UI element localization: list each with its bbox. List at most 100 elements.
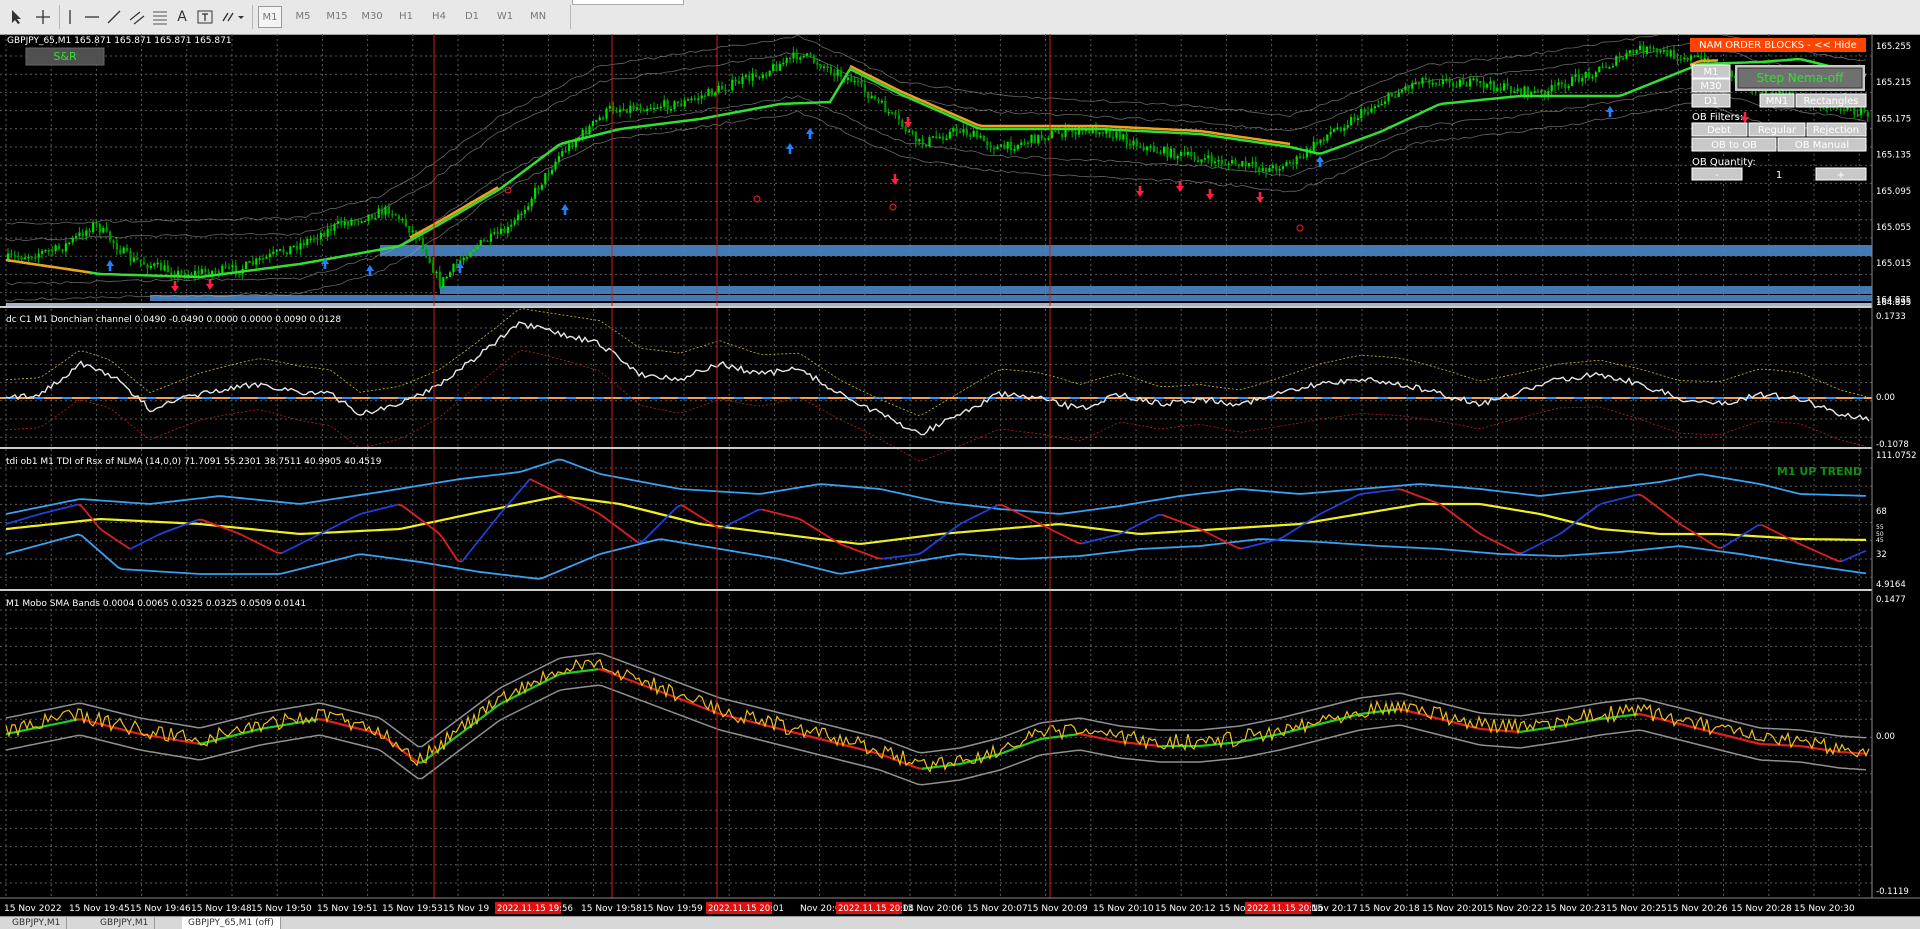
mobo-mid-line [1558,726,1562,727]
candle-body [867,92,869,99]
mobo-mid-line [550,677,554,679]
mobo-mid-line [182,741,186,742]
candle-body [888,112,890,114]
moving-average-orange [410,187,498,237]
mobo-mid-line [1834,751,1838,752]
mobo-mid-line [334,723,338,724]
candle-body [1126,134,1128,144]
tf-button-mn1-label: MN1 [1766,96,1788,107]
candle-body [1279,169,1281,171]
donchian-axis-label: 0.1733 [1876,312,1906,322]
chart-tabs-bar: GBPJPY,M1 GBPJPY,M1 GBPJPY_65,M1 (off) [0,916,1920,929]
tdi-fast-line [1206,532,1210,534]
mobo-mid-line [1746,741,1750,742]
candle-body [476,246,478,250]
tdi-fast-line [1842,559,1846,561]
candle-body [1292,162,1294,164]
candle-body [633,106,635,110]
tdi-fast-line [106,533,110,536]
timeframe-m15[interactable]: M15 [324,6,350,28]
mobo-mid-line [1118,742,1122,743]
candle-body [340,221,342,225]
chart-tab[interactable]: GBPJPY,M1 [6,917,67,929]
candle-body [296,246,298,250]
tdi-fast-line [1002,505,1006,507]
tdi-fast-line [1146,519,1150,521]
candle-body [541,185,543,190]
tdi-fast-line [1698,535,1702,538]
candle-body [826,66,828,68]
timeframe-mn[interactable]: MN [526,6,550,28]
chart-tab[interactable]: GBPJPY,M1 [94,917,155,929]
candle-body [1163,147,1165,153]
timeframe-m30[interactable]: M30 [359,6,385,28]
mobo-mid-line [1818,749,1822,750]
tdi-fast-line [1770,529,1774,531]
fibonacci-icon[interactable] [150,6,170,28]
candle-body [1367,112,1369,114]
candle-body [286,252,288,254]
tdi-fast-line [778,514,782,515]
candle-body [1557,82,1559,85]
mobo-mid-line [1574,723,1578,724]
crosshair-icon[interactable] [32,6,54,28]
tdi-fast-line [1090,541,1094,542]
tdi-fast-line [498,512,502,517]
tdi-fast-line [866,554,870,556]
tdi-fast-line [822,533,826,536]
tdi-fast-line [1370,492,1374,493]
candle-body [1207,155,1209,158]
candle-body [1153,146,1155,152]
candle-body [1673,50,1675,59]
candle-body [663,100,665,106]
timeframe-w1[interactable]: W1 [493,6,517,28]
cursor-arrow-icon[interactable] [6,6,28,28]
candle-body [680,103,682,106]
tdi-fast-line [646,534,650,538]
mobo-mid-line [826,741,830,742]
mobo-mid-line [1066,735,1070,736]
filter-regular-label: Regular [1758,125,1797,136]
vertical-line-icon[interactable] [62,6,78,28]
tdi-fast-line [790,517,794,518]
trendline-icon[interactable] [104,6,124,28]
candle-body [306,239,308,245]
tdi-fast-line [978,513,982,515]
timeframe-h1[interactable]: H1 [394,6,418,28]
tdi-fast-line [1454,515,1458,518]
candle-body [1438,84,1440,86]
mobo-mid-line [186,742,190,743]
tdi-fast-line [1630,496,1634,497]
tdi-fast-line [1578,518,1582,521]
mobo-mid-line [846,746,850,747]
chart-tab[interactable]: GBPJPY_65,M1 (off) [182,917,281,929]
tdi-fast-line [86,512,90,517]
text-tool-icon[interactable]: A [173,6,191,28]
candle-body [1119,132,1121,140]
price-chart[interactable]: GBPJPY_65,M1 165.871 165.871 165.871 165… [0,34,1920,916]
timeframe-h4[interactable]: H4 [427,6,451,28]
tdi-fast-line [598,513,602,516]
candle-body [299,243,301,249]
buy-arrow-icon [106,260,114,271]
candle-body [337,221,339,224]
tdi-fast-line [30,516,34,517]
candle-body [282,249,284,252]
candle-body [1636,50,1638,53]
candle-body [1690,55,1692,60]
candle-body [384,207,386,215]
candle-body [1445,79,1447,81]
tdi-fast-line [1498,543,1502,545]
sr-button-label: S&R [53,50,77,63]
arrows-dropdown-icon[interactable] [219,6,247,28]
tdi-fast-line [110,536,114,539]
channel-icon[interactable] [127,6,147,28]
timeframe-m5[interactable]: M5 [291,6,315,28]
text-label-icon[interactable] [195,6,215,28]
price-label: 165.175 [1876,114,1911,124]
horizontal-line-icon[interactable] [82,6,102,28]
mobo-mid-line [1090,736,1094,737]
timeframe-d1[interactable]: D1 [460,6,484,28]
tdi-fast-line [746,514,750,516]
timeframe-m1[interactable]: M1 [258,6,282,28]
